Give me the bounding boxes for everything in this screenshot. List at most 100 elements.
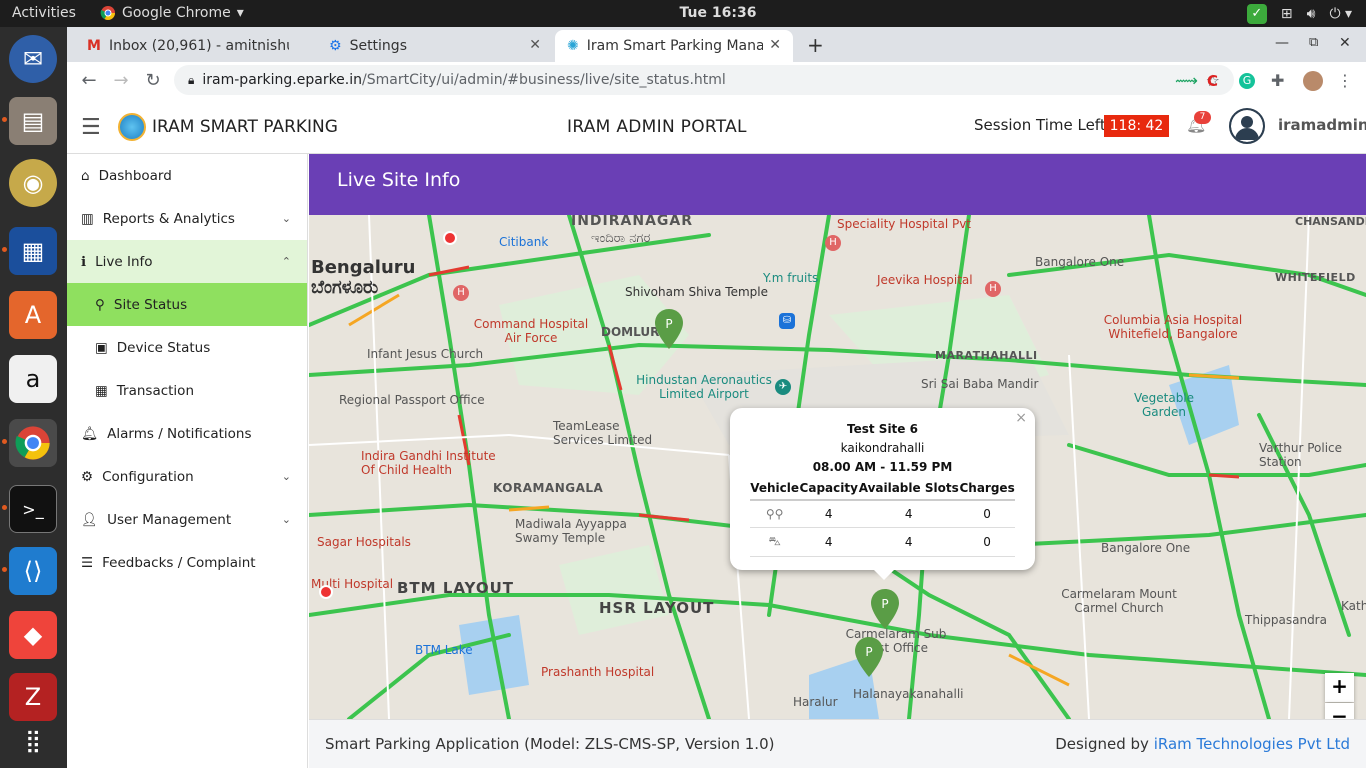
car-icon: ⛍ <box>750 527 800 557</box>
forward-icon[interactable]: → <box>105 65 137 97</box>
airport-icon[interactable]: ✈ <box>775 379 791 395</box>
chrome-icon[interactable] <box>9 419 57 467</box>
files-icon[interactable]: ▤ <box>9 97 57 145</box>
hamburger-icon[interactable]: ☰ <box>81 115 101 140</box>
address-bar[interactable]: 🔒︎ iram-parking.eparke.in/SmartCity/ui/a… <box>174 65 1234 95</box>
sidebar-item-device-status[interactable]: ▣ Device Status <box>67 326 307 369</box>
page-title: Live Site Info <box>337 169 461 191</box>
clock[interactable]: Tue 16:36 <box>0 5 1366 21</box>
iram-logo-icon <box>118 113 146 141</box>
menu-kebab-icon[interactable]: ⋮ <box>1337 71 1353 90</box>
capacity-cell: 4 <box>799 500 859 528</box>
grammarly-icon[interactable]: G <box>1239 72 1255 89</box>
map-label: BTM Lake <box>415 643 473 657</box>
sidebar-item-label: Reports & Analytics <box>102 210 235 227</box>
sidebar-item-transaction[interactable]: ▦ Transaction <box>67 369 307 412</box>
map-label: Varthur Police Station <box>1259 441 1343 469</box>
sidebar-item-user-management[interactable]: 👤︎ User Management ⌄ <box>67 498 307 541</box>
popup-pointer <box>874 570 894 580</box>
browser-toolbar: ← → ↻ 🔒︎ iram-parking.eparke.in/SmartCit… <box>67 62 1366 99</box>
close-tab-icon[interactable]: ✕ <box>529 37 541 53</box>
reload-icon[interactable]: ↻ <box>137 65 169 97</box>
portal-title: IRAM ADMIN PORTAL <box>567 117 747 137</box>
close-tab-icon[interactable]: ✕ <box>769 37 781 53</box>
update-check-icon[interactable]: ✓ <box>1246 4 1267 24</box>
sidebar-item-reports[interactable]: ▥ Reports & Analytics ⌄ <box>67 197 307 240</box>
running-indicator <box>2 439 7 444</box>
parking-marker[interactable]: P <box>655 309 683 349</box>
capacity-cell: 4 <box>799 527 859 557</box>
terminal-icon[interactable]: >_ <box>9 485 57 533</box>
user-avatar[interactable] <box>1229 108 1265 144</box>
list-icon: ☰ <box>81 554 94 571</box>
brand-name: IRAM SMART PARKING <box>152 117 338 137</box>
tab-settings[interactable]: ⚙ Settings ✕ <box>317 30 553 62</box>
hospital-icon[interactable]: H <box>985 281 1001 297</box>
vscode-icon[interactable]: ⟨⟩ <box>9 547 57 595</box>
zoom-in-button[interactable]: + <box>1325 673 1354 702</box>
parking-marker[interactable]: P <box>855 637 883 677</box>
sidebar-item-label: Device Status <box>116 339 211 356</box>
sidebar-item-dashboard[interactable]: ⌂ Dashboard <box>67 154 307 197</box>
site-info-popup: × Test Site 6 kaikondrahalli 08.00 AM - … <box>730 408 1035 580</box>
main-content: Live Site Info INDIRANAGAR ಇಂದಿರಾ ನಗರ Be… <box>309 154 1366 768</box>
column-header: Capacity <box>799 477 859 501</box>
sidebar-item-label: Live Info <box>95 253 153 270</box>
sidebar-item-label: Feedbacks / Complaint <box>102 554 256 571</box>
filezilla-icon[interactable]: Z <box>9 673 57 721</box>
google-map[interactable]: INDIRANAGAR ಇಂದಿರಾ ನಗರ Bengaluru ಬೆಂಗಳೂರ… <box>309 215 1366 719</box>
rhythmbox-icon[interactable]: ◉ <box>9 159 57 207</box>
map-label: Prashanth Hospital <box>541 665 655 679</box>
gear-icon: ⚙ <box>329 38 342 54</box>
shopping-icon[interactable]: ⛁ <box>779 313 795 329</box>
sidebar-item-alarms[interactable]: 🔔︎ Alarms / Notifications <box>67 412 307 455</box>
network-icon[interactable]: ⊞ <box>1281 6 1293 22</box>
page-banner: Live Site Info <box>309 154 1366 215</box>
username[interactable]: iramadmin <box>1278 116 1366 134</box>
tab-iram[interactable]: ✺ Iram Smart Parking Mana ✕ <box>555 30 793 62</box>
web-app: ☰ IRAM SMART PARKING IRAM ADMIN PORTAL S… <box>67 99 1366 768</box>
available-cell: 4 <box>858 500 960 528</box>
map-pin-icon: ⚲ <box>95 296 105 313</box>
software-icon[interactable]: A <box>9 291 57 339</box>
new-tab-icon[interactable]: + <box>807 33 824 57</box>
sidebar-item-label: Configuration <box>102 468 194 485</box>
extension-icon[interactable]: C <box>1207 72 1218 90</box>
profile-avatar[interactable] <box>1303 70 1323 91</box>
parking-marker[interactable]: P <box>871 589 899 629</box>
hospital-icon[interactable]: H <box>825 235 841 251</box>
sidebar-item-live-info[interactable]: ℹ Live Info ⌃ <box>67 240 307 283</box>
tab-label: Iram Smart Parking Mana <box>586 38 763 54</box>
thunderbird-icon[interactable]: ✉ <box>9 35 57 83</box>
system-tray[interactable]: ✓ ⊞ 🔊︎ ⏻ ▾ <box>1246 4 1352 24</box>
anydesk-icon[interactable]: ◆ <box>9 611 57 659</box>
bike-icon: ⚲⚲ <box>750 500 800 528</box>
maximize-icon[interactable]: ⧉ <box>1309 35 1318 50</box>
sidebar-item-feedbacks[interactable]: ☰ Feedbacks / Complaint <box>67 541 307 584</box>
tab-label: Inbox (20,961) - amitnishu <box>108 38 289 54</box>
company-link[interactable]: iRam Technologies Pvt Ltd <box>1154 735 1350 753</box>
minimize-icon[interactable]: — <box>1275 35 1289 51</box>
volume-icon[interactable]: 🔊︎ <box>1307 6 1316 22</box>
amazon-icon[interactable]: a <box>9 355 57 403</box>
extension-icon[interactable]: ⟿ <box>1175 71 1198 90</box>
tab-gmail[interactable]: M Inbox (20,961) - amitnishu <box>75 30 315 62</box>
map-label: Vegetable Garden <box>1133 391 1195 419</box>
apps-grid-icon[interactable]: ⣿ <box>9 717 57 765</box>
writer-icon[interactable]: ▦ <box>9 227 57 275</box>
sidebar-item-site-status[interactable]: ⚲ Site Status <box>67 283 307 326</box>
zoom-out-button[interactable]: − <box>1325 703 1354 719</box>
map-label: DOMLUR <box>601 325 660 339</box>
sidebar-item-configuration[interactable]: ⚙ Configuration ⌄ <box>67 455 307 498</box>
sidebar-item-label: Alarms / Notifications <box>107 425 252 442</box>
table-row: ⚲⚲ 4 4 0 <box>750 500 1015 528</box>
puzzle-icon[interactable]: ✚ <box>1271 71 1284 90</box>
designed-by: Designed by iRam Technologies Pvt Ltd <box>1055 735 1350 753</box>
close-window-icon[interactable]: ✕ <box>1339 35 1351 51</box>
running-indicator <box>2 505 7 510</box>
available-cell: 4 <box>858 527 960 557</box>
hospital-icon[interactable]: H <box>453 285 469 301</box>
charges-cell: 0 <box>959 500 1015 528</box>
power-icon[interactable]: ⏻ ▾ <box>1329 6 1352 22</box>
back-icon[interactable]: ← <box>73 65 105 97</box>
